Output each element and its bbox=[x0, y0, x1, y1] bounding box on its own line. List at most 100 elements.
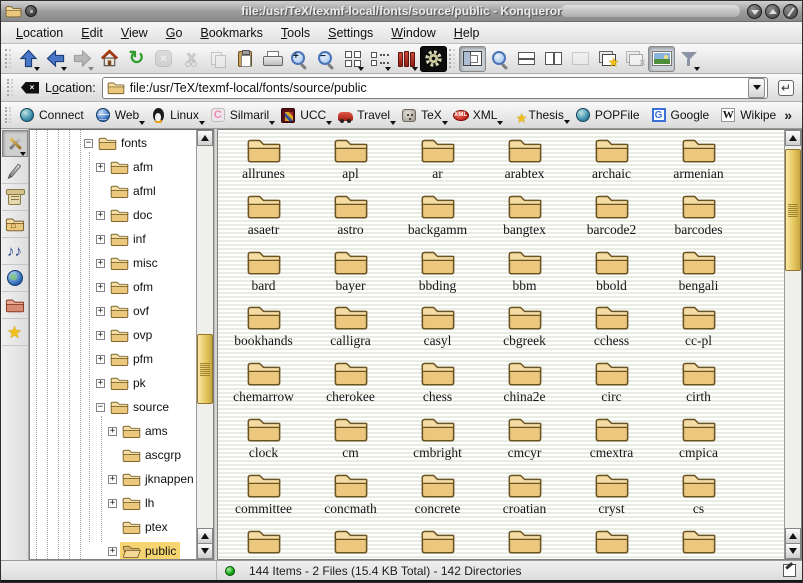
folder-item-barcode2[interactable]: barcode2 bbox=[568, 191, 655, 247]
tree-item-body[interactable]: public bbox=[120, 542, 180, 560]
back-button[interactable] bbox=[42, 46, 69, 72]
expand-icon[interactable]: + bbox=[108, 499, 117, 508]
tree-item-body[interactable]: lh bbox=[120, 494, 158, 512]
folder-item-croatian[interactable]: croatian bbox=[481, 470, 568, 526]
location-input[interactable]: file:/usr/TeX/texmf-local/fonts/source/p… bbox=[102, 77, 768, 99]
zoom-out-button[interactable]: − bbox=[312, 46, 339, 72]
folder-item-cirth[interactable]: cirth bbox=[655, 358, 742, 414]
bookmark-linux[interactable]: Linux bbox=[146, 105, 206, 125]
tree-item-body[interactable]: pfm bbox=[108, 350, 157, 368]
sidebar-tab-history[interactable] bbox=[2, 184, 28, 211]
tree-item-body[interactable]: pk bbox=[108, 374, 150, 392]
folder-item-clock[interactable]: clock bbox=[220, 414, 307, 470]
bookmark-silmaril[interactable]: CSilmaril bbox=[206, 105, 276, 125]
sidebar-tab-network[interactable] bbox=[2, 265, 28, 292]
menu-settings[interactable]: Settings bbox=[319, 24, 382, 42]
tree-item-ovp[interactable]: +ovp bbox=[30, 323, 196, 347]
folder-item-cbgreek[interactable]: cbgreek bbox=[481, 302, 568, 358]
sidebar-tab-home-directory[interactable]: ⌂ bbox=[2, 211, 28, 238]
folder-item-apl[interactable]: apl bbox=[307, 135, 394, 191]
sidebar-tab-pen[interactable] bbox=[2, 157, 28, 184]
tree-item-body[interactable]: afm bbox=[108, 158, 157, 176]
folder-item-archaic[interactable]: archaic bbox=[568, 135, 655, 191]
scroll-down-icon[interactable] bbox=[785, 543, 801, 559]
folder-item-bbding[interactable]: bbding bbox=[394, 247, 481, 303]
folder-item-china2e[interactable]: china2e bbox=[481, 358, 568, 414]
folder-icon-view[interactable]: allrunesaplararabtexarchaicarmenianasaet… bbox=[217, 129, 802, 560]
tree-item-body[interactable]: ams bbox=[120, 422, 172, 440]
folder-item-committee[interactable]: committee bbox=[220, 470, 307, 526]
tree-item-jknappen[interactable]: +jknappen bbox=[30, 467, 196, 491]
folder-item-calligra[interactable]: calligra bbox=[307, 302, 394, 358]
bookmark-thesis[interactable]: ★Thesis bbox=[504, 106, 570, 124]
bookmark-ucc[interactable]: UCC bbox=[276, 105, 333, 125]
tree-item-body[interactable]: afml bbox=[108, 182, 160, 200]
scroll-up-icon[interactable] bbox=[785, 130, 801, 146]
folder-item-cmpica[interactable]: cmpica bbox=[655, 414, 742, 470]
split-view-top-bottom-button[interactable] bbox=[513, 46, 540, 72]
folder-item-bookhands[interactable]: bookhands bbox=[220, 302, 307, 358]
bookmark-travel[interactable]: Travel bbox=[333, 105, 397, 125]
folder-item-bbm[interactable]: bbm bbox=[481, 247, 568, 303]
bookmark-popfile[interactable]: POPFile bbox=[571, 105, 647, 125]
folder-item-bbold[interactable]: bbold bbox=[568, 247, 655, 303]
collapse-icon[interactable]: − bbox=[96, 403, 105, 412]
paste-button[interactable] bbox=[231, 46, 258, 72]
expand-icon[interactable]: + bbox=[96, 211, 105, 220]
folder-item-partial[interactable] bbox=[307, 526, 394, 560]
folder-item-arabtex[interactable]: arabtex bbox=[481, 135, 568, 191]
show-navigation-panel-button[interactable] bbox=[459, 46, 486, 72]
minimize-icon[interactable] bbox=[747, 4, 762, 19]
tree-item-body[interactable]: source bbox=[108, 398, 173, 416]
expand-icon[interactable]: + bbox=[108, 427, 117, 436]
scroll-up-icon[interactable] bbox=[785, 528, 801, 544]
bookmarks-overflow-chevron[interactable]: » bbox=[776, 107, 800, 123]
bookmark-xml[interactable]: XMLXML bbox=[449, 105, 505, 125]
bookmark-google[interactable]: GGoogle bbox=[647, 105, 717, 125]
folder-item-partial[interactable] bbox=[568, 526, 655, 560]
folder-item-allrunes[interactable]: allrunes bbox=[220, 135, 307, 191]
tree-item-ptex[interactable]: ptex bbox=[30, 515, 196, 539]
sidebar-tab-services[interactable]: ♪♪ bbox=[2, 238, 28, 265]
menu-help[interactable]: Help bbox=[445, 24, 489, 42]
view-marker-icon[interactable] bbox=[783, 564, 796, 577]
tree-item-afml[interactable]: afml bbox=[30, 179, 196, 203]
tree-item-body[interactable]: fonts bbox=[96, 134, 151, 152]
folder-item-cherokee[interactable]: cherokee bbox=[307, 358, 394, 414]
folder-item-bayer[interactable]: bayer bbox=[307, 247, 394, 303]
folder-item-bengali[interactable]: bengali bbox=[655, 247, 742, 303]
tree-item-ams[interactable]: +ams bbox=[30, 419, 196, 443]
tree-item-body[interactable]: inf bbox=[108, 230, 150, 248]
bookmark-tex[interactable]: TeX bbox=[397, 105, 449, 125]
filter-button[interactable] bbox=[675, 46, 702, 72]
tree-item-misc[interactable]: +misc bbox=[30, 251, 196, 275]
expand-icon[interactable]: + bbox=[96, 235, 105, 244]
menu-location[interactable]: Location bbox=[7, 24, 72, 42]
tree-scrollbar[interactable] bbox=[196, 130, 213, 559]
menu-window[interactable]: Window bbox=[382, 24, 444, 42]
menu-edit[interactable]: Edit bbox=[72, 24, 112, 42]
expand-icon[interactable]: + bbox=[96, 379, 105, 388]
bookmark-connect[interactable]: Connect bbox=[15, 105, 91, 125]
folder-item-partial[interactable] bbox=[481, 526, 568, 560]
sidebar-tab-bookmarks[interactable]: ★ bbox=[2, 319, 28, 346]
titlebar[interactable]: file:/usr/TeX/texmf-local/fonts/source/p… bbox=[1, 1, 802, 22]
dropdown-arrow-icon[interactable] bbox=[748, 78, 765, 98]
toolbar-handle[interactable] bbox=[449, 49, 455, 68]
toolbar-handle[interactable] bbox=[5, 49, 11, 68]
clear-location-icon[interactable]: × bbox=[21, 82, 39, 94]
main-scrollbar-thumb[interactable] bbox=[785, 149, 801, 271]
reload-button[interactable]: ↻ bbox=[123, 46, 150, 72]
menu-tools[interactable]: Tools bbox=[272, 24, 319, 42]
tree-item-ovf[interactable]: +ovf bbox=[30, 299, 196, 323]
image-preview-button[interactable] bbox=[648, 46, 675, 72]
folder-item-circ[interactable]: circ bbox=[568, 358, 655, 414]
folder-item-cchess[interactable]: cchess bbox=[568, 302, 655, 358]
toolbar-handle[interactable] bbox=[7, 79, 13, 97]
folder-item-casyl[interactable]: casyl bbox=[394, 302, 481, 358]
expand-icon[interactable]: + bbox=[96, 259, 105, 268]
menu-go[interactable]: Go bbox=[157, 24, 192, 42]
tree-scrollbar-thumb[interactable] bbox=[197, 334, 213, 404]
folder-item-asaetr[interactable]: asaetr bbox=[220, 191, 307, 247]
sidebar-tab-configure[interactable] bbox=[2, 130, 28, 157]
